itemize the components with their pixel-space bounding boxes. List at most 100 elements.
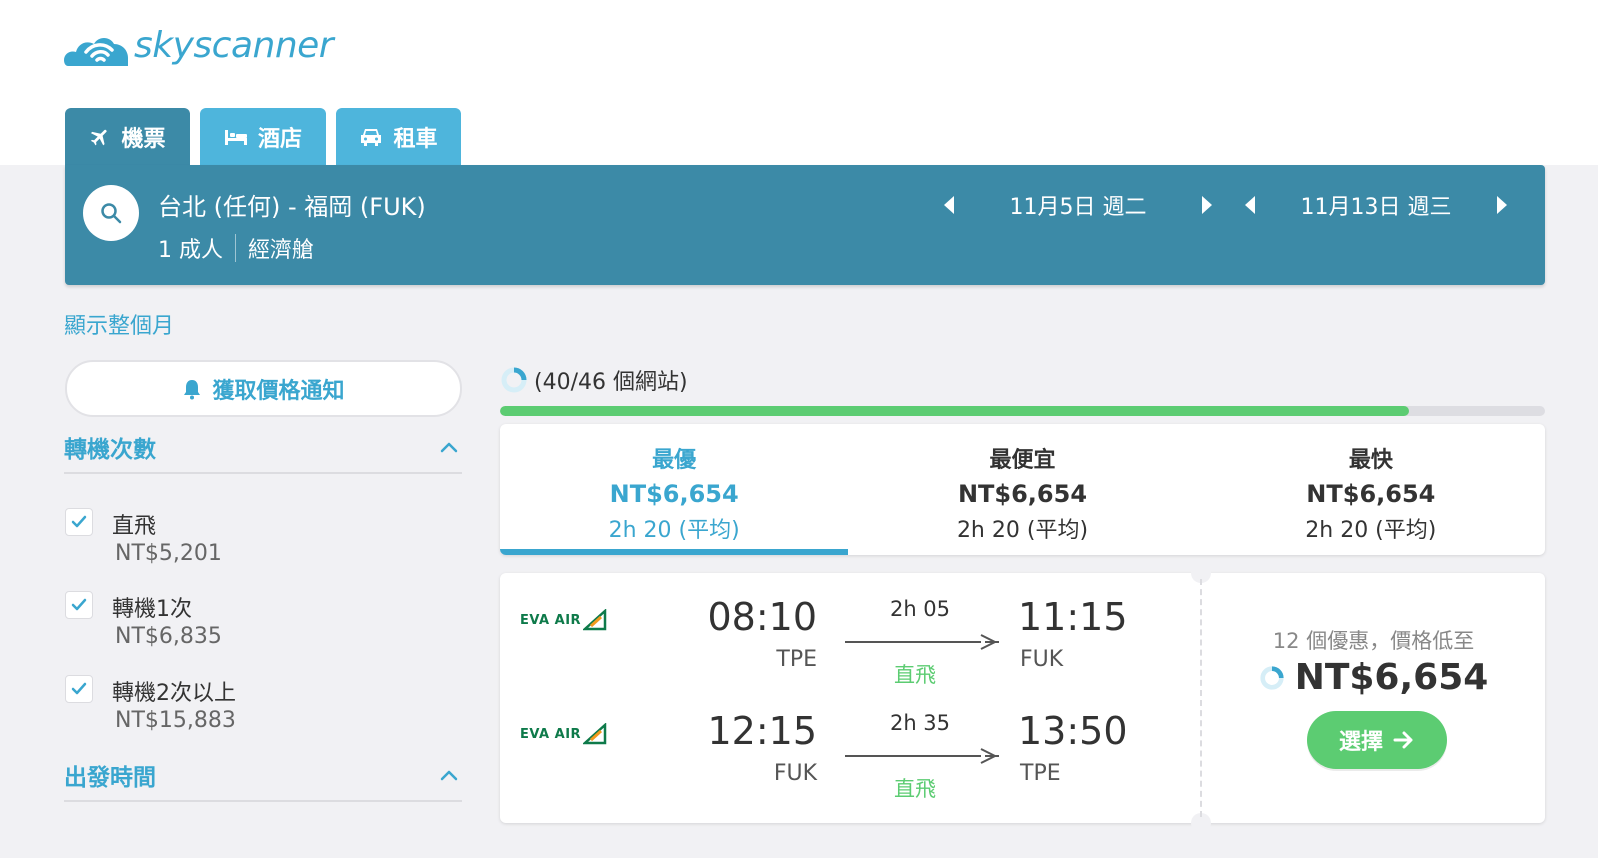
check-icon [71,598,87,611]
flight-duration: 2h 35 [889,711,951,735]
lowest-price: NT$6,654 [1294,657,1489,698]
search-button[interactable] [83,185,139,241]
depart-date[interactable]: 11月5日 週二 [962,189,1194,221]
stops-label: 直飛 [894,663,936,687]
divider [1200,579,1202,817]
progress-bar-fill [500,406,1410,416]
travelers-cabin[interactable]: 1 成人 經濟艙 [158,232,314,264]
select-button-label: 選擇 [1338,730,1383,755]
airline-name: EVA AIR [520,612,582,628]
sort-tab-fastest[interactable]: 最快 NT$6,654 2h 20 (平均) [1197,424,1545,555]
search-icon [101,203,122,224]
deals-count: 12 個優惠，價格低至 [1272,629,1475,653]
sort-tab-cheapest[interactable]: 最便宜 NT$6,654 2h 20 (平均) [848,424,1196,555]
header: skyscanner 機票 酒店 租車 [0,0,1598,165]
prev-depart-date-button[interactable] [938,185,962,225]
depart-date-picker: 11月5日 週二 [938,185,1218,225]
sort-tab-duration: 2h 20 (平均) [956,518,1089,543]
product-tabs: 機票 酒店 租車 [65,108,461,165]
search-summary-bar[interactable]: 台北 (任何) - 福岡 (FUK) 1 成人 經濟艙 11月5日 週二 11月… [65,165,1545,285]
stop-option-label: 直飛 [112,514,157,539]
triangle-right-icon [1497,196,1507,214]
bed-icon [224,129,247,145]
outbound-leg: EVA AIR 08:10 TPE 2h 05 直飛 11:15 FUK [500,591,1200,701]
depart-time: 12:15 [707,709,817,753]
check-icon [71,682,87,695]
check-icon [71,515,87,528]
brand-name: skyscanner [134,24,334,66]
loading-spinner-icon [501,367,527,393]
sort-tab-price: NT$6,654 [957,480,1088,508]
sort-tab-title: 最快 [1348,448,1393,473]
sort-tab-duration: 2h 20 (平均) [1305,518,1437,543]
departure-time-filter-header[interactable]: 出發時間 [64,758,462,792]
return-date-picker: 11月13日 週三 [1239,185,1513,225]
arrive-time: 11:15 [1018,595,1128,639]
one-stop-checkbox[interactable] [65,591,93,619]
arrive-time: 13:50 [1018,709,1128,753]
two-plus-stops-checkbox[interactable] [65,675,93,703]
route-text[interactable]: 台北 (任何) - 福岡 (FUK) [158,187,426,222]
eva-air-logo-icon [583,609,607,631]
airline-name: EVA AIR [520,726,582,742]
stop-option-price: NT$15,883 [115,708,236,733]
price-alert-label: 獲取價格通知 [212,378,345,404]
depart-airport: FUK [773,761,817,786]
next-return-date-button[interactable] [1489,185,1513,225]
arrow-right-icon [1393,731,1413,749]
direct-checkbox[interactable] [65,508,93,536]
price-alert-button[interactable]: 獲取價格通知 [65,360,462,417]
cloud-sun-icon [64,38,128,66]
plane-icon [91,129,108,145]
stop-option-price: NT$6,835 [115,624,222,649]
next-depart-date-button[interactable] [1194,185,1218,225]
sort-tab-duration: 2h 20 (平均) [608,518,740,543]
tab-label: 租車 [393,126,438,152]
sort-tab-best[interactable]: 最優 NT$6,654 2h 20 (平均) [500,424,849,555]
tab-cars[interactable]: 租車 [336,108,461,165]
search-progress: (40/46 個網站) [500,364,688,396]
arrive-airport: TPE [1020,761,1061,786]
sort-tabs: 最優 NT$6,654 2h 20 (平均) 最便宜 NT$6,654 2h 2… [500,424,1545,555]
show-whole-month-link[interactable]: 顯示整個月 [64,308,174,340]
price-row: NT$6,654 [1202,657,1545,698]
divider [64,800,462,802]
progress-text: (40/46 個網站) [534,370,688,395]
tab-flights[interactable]: 機票 [65,108,190,165]
tab-hotels[interactable]: 酒店 [200,108,326,165]
chevron-up-icon [440,770,458,781]
return-leg: EVA AIR 12:15 FUK 2h 35 直飛 13:50 TPE [500,705,1200,815]
stop-option-price: NT$5,201 [115,541,222,566]
sort-tab-title: 最便宜 [989,448,1056,473]
stops-filter-title: 轉機次數 [64,437,156,463]
triangle-left-icon [1245,196,1255,214]
flight-line-arrow-icon [845,748,999,764]
airline-logo: EVA AIR [520,609,607,631]
select-button[interactable]: 選擇 [1307,711,1447,769]
flight-result-card[interactable]: EVA AIR 08:10 TPE 2h 05 直飛 11:15 FUK EVA… [500,563,1545,833]
divider [64,472,462,474]
flight-duration: 2h 05 [889,597,951,621]
sort-tab-price: NT$6,654 [1306,480,1436,508]
eva-air-logo-icon [583,723,607,745]
loading-spinner-icon [1260,665,1284,690]
sort-tab-price: NT$6,654 [609,480,739,508]
stops-filter-header[interactable]: 轉機次數 [64,430,462,464]
bell-icon [184,379,201,399]
chevron-up-icon [440,442,458,453]
stops-label: 直飛 [894,777,936,801]
depart-airport: TPE [776,647,817,672]
sort-tab-title: 最優 [652,448,697,473]
triangle-left-icon [944,196,954,214]
prev-return-date-button[interactable] [1239,185,1263,225]
progress-bar [500,406,1545,416]
return-date[interactable]: 11月13日 週三 [1263,189,1489,221]
cabin-class: 經濟艙 [248,238,315,263]
triangle-right-icon [1202,196,1212,214]
airline-logo: EVA AIR [520,723,607,745]
skyscanner-logo[interactable]: skyscanner [64,22,334,68]
car-icon [361,128,382,146]
depart-time: 08:10 [707,595,817,639]
flight-line-arrow-icon [845,634,999,650]
arrive-airport: FUK [1020,647,1064,672]
